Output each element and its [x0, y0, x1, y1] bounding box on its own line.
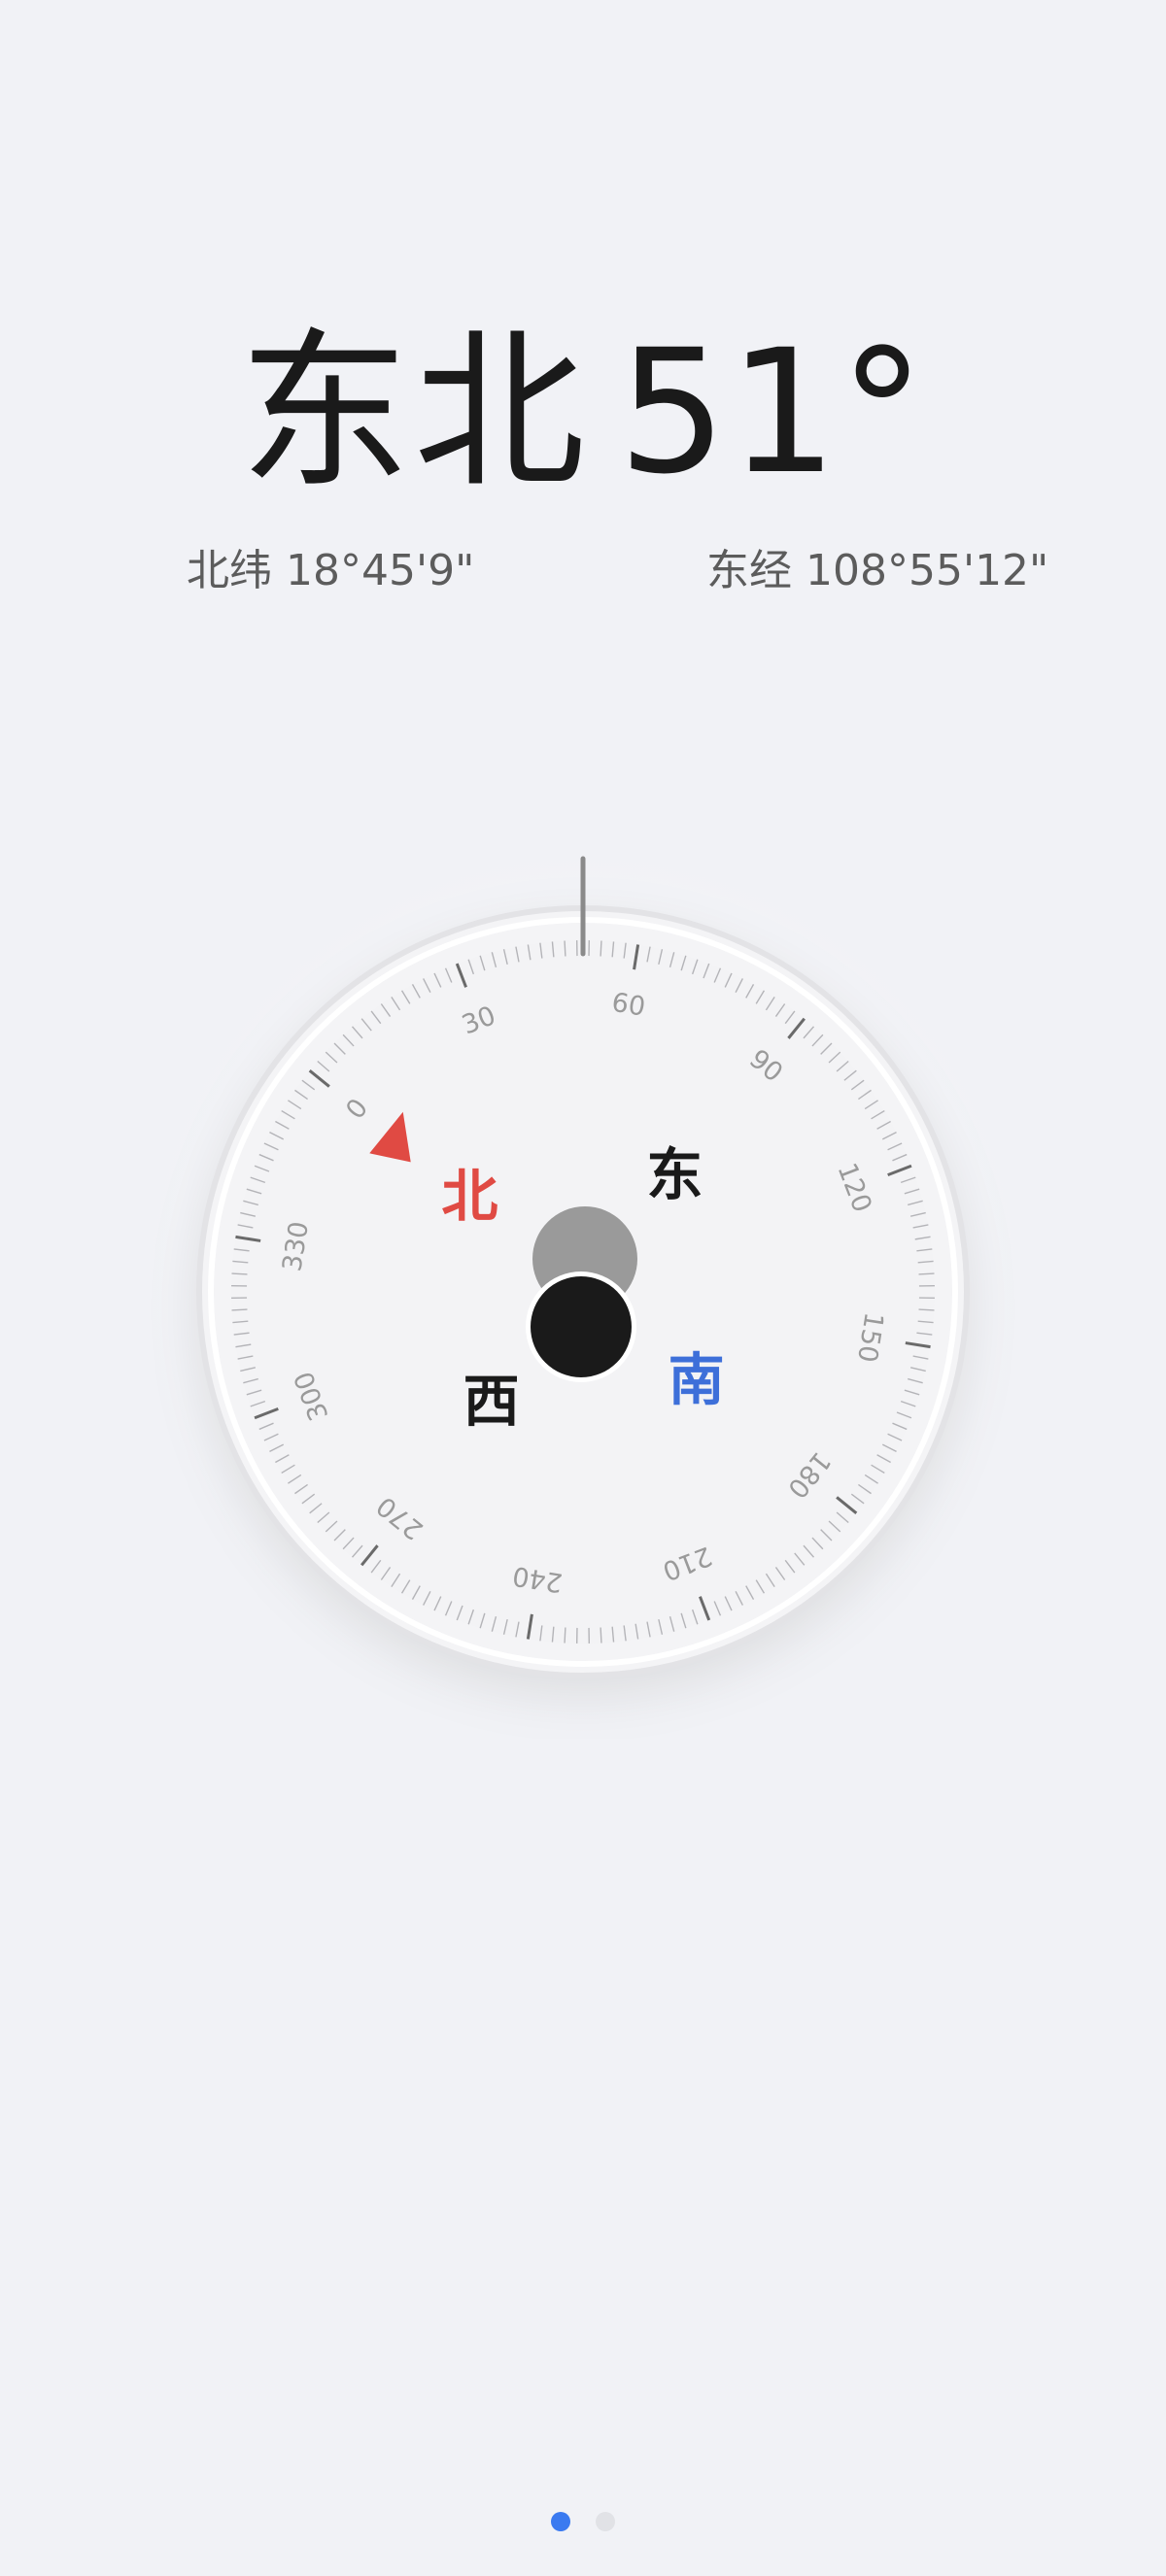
compass-tick	[600, 1627, 602, 1644]
page-indicator	[0, 2512, 1166, 2531]
compass-tick	[918, 1308, 935, 1311]
compass-tick	[564, 1627, 566, 1644]
heading-degrees: 51°	[618, 313, 927, 512]
cardinal-west: 西	[463, 1369, 520, 1435]
cardinal-east: 东	[646, 1142, 703, 1208]
longitude-label: 东经	[706, 546, 792, 595]
compass-tick	[600, 940, 602, 957]
compass-tick	[918, 1272, 935, 1275]
latitude-readout: 北纬 18°45'9"	[187, 542, 474, 600]
degree-label: 60	[609, 988, 647, 1023]
page-dot[interactable]	[596, 2512, 615, 2531]
compass-tick	[564, 940, 566, 957]
level-bubble-black	[531, 1276, 632, 1377]
level-bubble-icon	[526, 1206, 637, 1382]
longitude-readout: 东经 108°55'12"	[706, 542, 1048, 600]
heading-direction: 东北	[239, 313, 590, 512]
compass-svg: 030 6090120150180210240270300330 北东南西	[126, 845, 1040, 1739]
compass-tick	[231, 1272, 248, 1275]
compass-tick	[231, 1308, 248, 1311]
latitude-value: 18°45'9"	[286, 546, 475, 595]
cardinal-south: 南	[669, 1347, 725, 1413]
latitude-label: 北纬	[187, 546, 272, 595]
cardinal-north: 北	[441, 1164, 497, 1230]
longitude-value: 108°55'12"	[806, 546, 1049, 595]
heading-readout: 东北 51°	[0, 316, 1166, 510]
page-dot[interactable]	[551, 2512, 570, 2531]
compass-dial[interactable]: 0 30 60 90 120 150 180 210 240 270 300 330 北东南西	[0, 845, 1166, 1739]
